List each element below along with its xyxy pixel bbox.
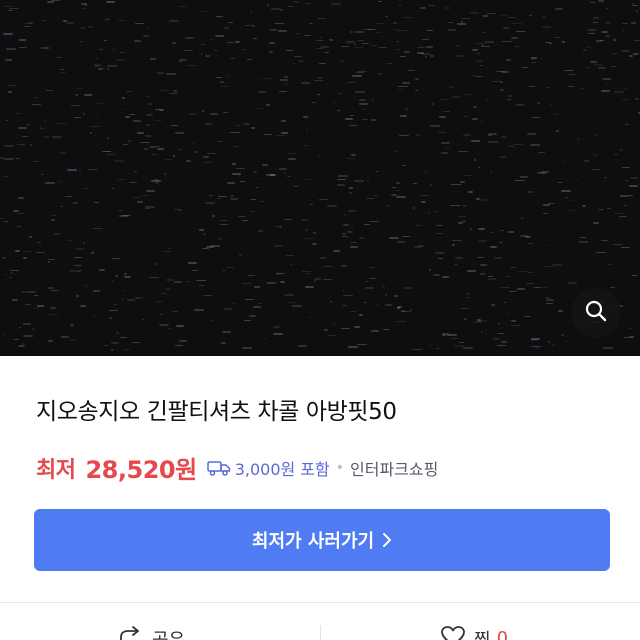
like-label: 찜 [474,629,491,640]
product-image[interactable] [0,0,640,356]
delivery-info: 3,000원 포함 [206,456,330,480]
price-value: 28,520원 [85,456,197,484]
product-title: 지오송지오 긴팔티셔츠 차콜 아방핏50 [36,399,397,425]
price-label: 최저 [36,457,76,483]
share-button[interactable]: 공유 [118,625,185,640]
seller-name: 인터파크쇼핑 [350,459,439,479]
lowest-price-buy-button[interactable]: 최저가 사러가기 [34,509,610,571]
separator-dot: • [335,459,345,476]
bottom-bar-separator [320,625,321,640]
product-info: 지오송지오 긴팔티셔츠 차콜 아방핏50 최저 28,520원 3,000원 포… [0,356,640,640]
share-icon [118,625,144,640]
price-row: 최저 28,520원 3,000원 포함 • 인터파크쇼핑 [36,450,438,485]
search-icon [584,299,608,327]
share-label: 공유 [152,629,186,640]
heart-icon [440,625,466,640]
bottom-action-bar: 공유 찜 0 [0,603,640,640]
zoom-button[interactable] [571,288,621,338]
fabric-texture [0,0,640,356]
like-button[interactable]: 찜 0 [440,625,508,640]
like-count: 0 [496,628,509,640]
chevron-right-icon [382,532,392,548]
truck-icon [206,459,231,477]
delivery-text: 3,000원 포함 [234,459,330,479]
cta-label: 최저가 사러가기 [251,531,375,552]
